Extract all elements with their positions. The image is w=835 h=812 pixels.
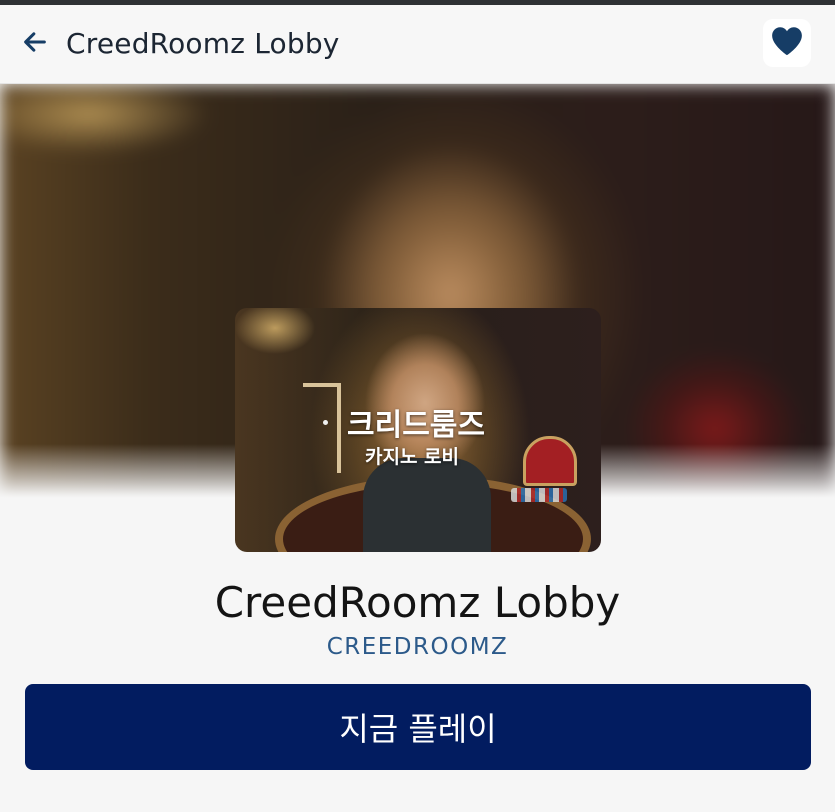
arrow-left-icon [21, 28, 49, 61]
provider-name[interactable]: CREEDROOMZ [0, 634, 835, 660]
back-button[interactable] [18, 27, 52, 61]
thumbnail-logo-text: 크리드룸즈 [347, 408, 485, 443]
chair-image [523, 436, 577, 486]
header-title: CreedRoomz Lobby [66, 27, 340, 60]
dealer-image [363, 458, 491, 552]
top-app-bar: CreedRoomz Lobby [0, 5, 835, 84]
chips-image [511, 488, 567, 502]
heart-icon [770, 25, 804, 62]
favorite-button[interactable] [763, 19, 811, 67]
thumbnail-logo-subtext: 카지노 로비 [365, 446, 460, 468]
game-title: CreedRoomz Lobby [214, 578, 621, 627]
logo-mark [303, 383, 341, 473]
game-thumbnail[interactable]: 크리드룸즈 카지노 로비 [235, 308, 601, 552]
play-now-button[interactable]: 지금 플레이 [25, 684, 811, 770]
